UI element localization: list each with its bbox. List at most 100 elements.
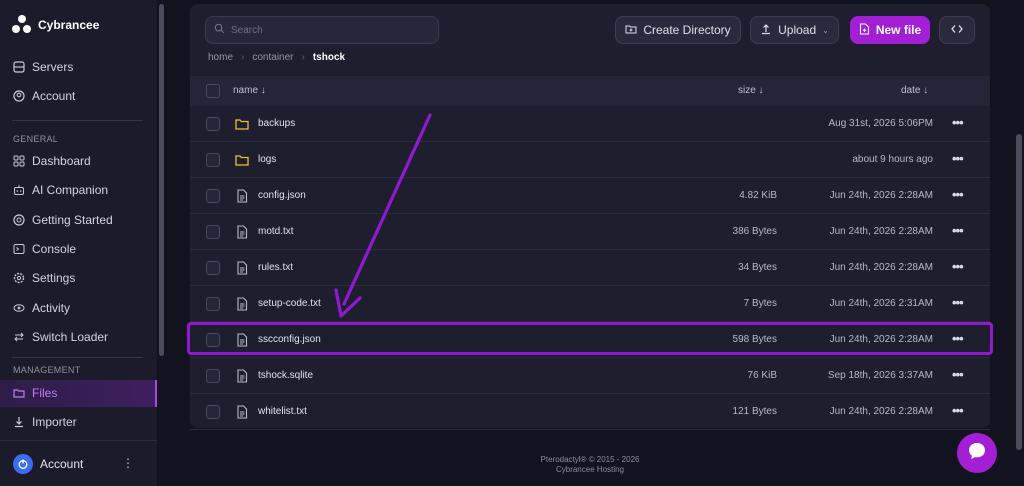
new-file-button[interactable]: New file (850, 16, 930, 44)
row-checkbox[interactable] (206, 405, 220, 419)
sidebar-item-console[interactable]: Console (12, 239, 76, 259)
sidebar-item-importer[interactable]: Importer (12, 412, 77, 432)
create-directory-button[interactable]: Create Directory (615, 16, 741, 44)
file-name[interactable]: motd.txt (258, 226, 294, 237)
more-actions-icon[interactable]: ••• (952, 151, 964, 166)
row-checkbox[interactable] (206, 261, 220, 275)
brand-logo-icon (12, 15, 32, 35)
more-actions-icon[interactable]: ••• (952, 187, 964, 202)
file-date: Jun 24th, 2026 2:28AM (829, 226, 933, 237)
column-header-date[interactable]: date ↓ (901, 85, 928, 96)
file-name[interactable]: setup-code.txt (258, 298, 321, 309)
download-icon (12, 415, 26, 429)
upload-button[interactable]: Upload ⌄ (750, 16, 839, 44)
more-actions-icon[interactable]: ••• (952, 115, 964, 130)
row-checkbox[interactable] (206, 225, 220, 239)
sidebar-item-label: Activity (32, 301, 71, 315)
file-icon (235, 405, 249, 419)
highlight-box (187, 322, 993, 355)
row-checkbox[interactable] (206, 189, 220, 203)
more-actions-icon[interactable]: ••• (952, 403, 964, 418)
table-row[interactable]: logs about 9 hours ago ••• (190, 142, 990, 178)
file-size: 7 Bytes (743, 298, 777, 309)
code-toggle-button[interactable] (939, 16, 975, 44)
column-header-name[interactable]: name ↓ (233, 85, 266, 96)
chevron-right-icon: › (241, 52, 245, 63)
sidebar-item-account[interactable]: Account (12, 86, 75, 106)
row-checkbox[interactable] (206, 369, 220, 383)
file-name[interactable]: tshock.sqlite (258, 370, 313, 381)
breadcrumb: home › container › tshock (208, 52, 345, 63)
breadcrumb-current: tshock (312, 52, 346, 63)
more-vertical-icon[interactable]: ⋮ (122, 456, 134, 470)
table-row[interactable]: rules.txt 34 Bytes Jun 24th, 2026 2:28AM ••… (190, 250, 990, 286)
sidebar-section-management: MANAGEMENT (13, 365, 81, 375)
file-name[interactable]: config.json (258, 190, 306, 201)
file-icon (235, 261, 249, 275)
sidebar-item-label: Files (32, 386, 58, 400)
table-row[interactable]: motd.txt 386 Bytes Jun 24th, 2026 2:28AM ••… (190, 214, 990, 250)
row-checkbox[interactable] (206, 117, 220, 131)
account-icon (12, 89, 26, 103)
server-icon (12, 60, 26, 74)
upload-icon (760, 23, 772, 38)
file-name[interactable]: logs (258, 154, 276, 165)
switch-icon (12, 330, 26, 344)
more-actions-icon[interactable]: ••• (952, 259, 964, 274)
row-checkbox[interactable] (206, 297, 220, 311)
sidebar-item-settings[interactable]: Settings (12, 268, 75, 288)
file-name[interactable]: backups (258, 118, 295, 129)
table-row[interactable]: tshock.sqlite 76 KiB Sep 18th, 2026 3:37AM… (190, 358, 990, 394)
sidebar-item-files[interactable]: Files (12, 383, 57, 403)
gear-icon (12, 271, 26, 285)
sidebar-item-activity[interactable]: Activity (12, 298, 70, 318)
sidebar-divider (12, 120, 143, 121)
sidebar-item-label: Dashboard (32, 154, 91, 168)
sidebar-item-servers[interactable]: Servers (12, 57, 73, 77)
file-date: Jun 24th, 2026 2:28AM (829, 190, 933, 201)
sidebar-item-getting-started[interactable]: Getting Started (12, 210, 113, 230)
robot-icon (12, 183, 26, 197)
sidebar-item-switch-loader[interactable]: Switch Loader (12, 327, 108, 347)
file-date: Jun 24th, 2026 2:28AM (829, 262, 933, 273)
sidebar-item-ai-companion[interactable]: AI Companion (12, 180, 108, 200)
chat-button[interactable] (957, 433, 997, 473)
sidebar-item-label: Account (32, 89, 76, 103)
column-header-size[interactable]: size ↓ (738, 85, 764, 96)
select-all-checkbox[interactable] (206, 84, 220, 98)
sidebar-item-label: Console (32, 242, 77, 256)
row-checkbox[interactable] (206, 153, 220, 167)
breadcrumb-container[interactable]: container (252, 52, 293, 63)
app-root: Cybrancee Servers Account GENERAL Dashbo… (0, 0, 1024, 486)
table-row[interactable]: setup-code.txt 7 Bytes Jun 24th, 2026 2:31… (190, 286, 990, 322)
folder-plus-icon (625, 23, 637, 38)
file-plus-icon (859, 22, 870, 38)
sidebar-footer-account[interactable]: Account ⋮ (0, 440, 157, 486)
more-actions-icon[interactable]: ••• (952, 295, 964, 310)
file-icon (235, 297, 249, 311)
brand[interactable]: Cybrancee (12, 15, 99, 35)
footer-line-2: Cybrancee Hosting (555, 465, 625, 474)
breadcrumb-home[interactable]: home (208, 52, 233, 63)
chevron-right-icon: › (301, 52, 305, 63)
footer-line-1: Pterodactyl® © 2015 - 2026 (540, 455, 640, 464)
table-row[interactable]: whitelist.txt 121 Bytes Jun 24th, 2026 2:2… (190, 394, 990, 430)
more-actions-icon[interactable]: ••• (952, 223, 964, 238)
file-name[interactable]: rules.txt (258, 262, 293, 273)
account-label: Account (40, 456, 84, 471)
file-name[interactable]: whitelist.txt (258, 406, 307, 417)
search-icon (214, 23, 225, 37)
table-row[interactable]: backups Aug 31st, 2026 5:06PM ••• (190, 106, 990, 142)
sidebar-item-dashboard[interactable]: Dashboard (12, 151, 91, 171)
chevron-down-icon: ⌄ (822, 25, 829, 35)
search-input[interactable]: Search (205, 16, 439, 44)
sidebar-scrollbar[interactable] (159, 4, 164, 356)
file-size: 34 Bytes (738, 262, 777, 273)
upload-label: Upload (778, 23, 817, 37)
table-row[interactable]: config.json 4.82 KiB Jun 24th, 2026 2:28AM… (190, 178, 990, 214)
more-actions-icon[interactable]: ••• (952, 367, 964, 382)
footer-copyright: Pterodactyl® © 2015 - 2026 Cybrancee Hos… (490, 455, 690, 475)
page-scrollbar[interactable] (1016, 134, 1022, 450)
sidebar: Cybrancee Servers Account GENERAL Dashbo… (0, 0, 157, 486)
create-directory-label: Create Directory (643, 23, 731, 37)
